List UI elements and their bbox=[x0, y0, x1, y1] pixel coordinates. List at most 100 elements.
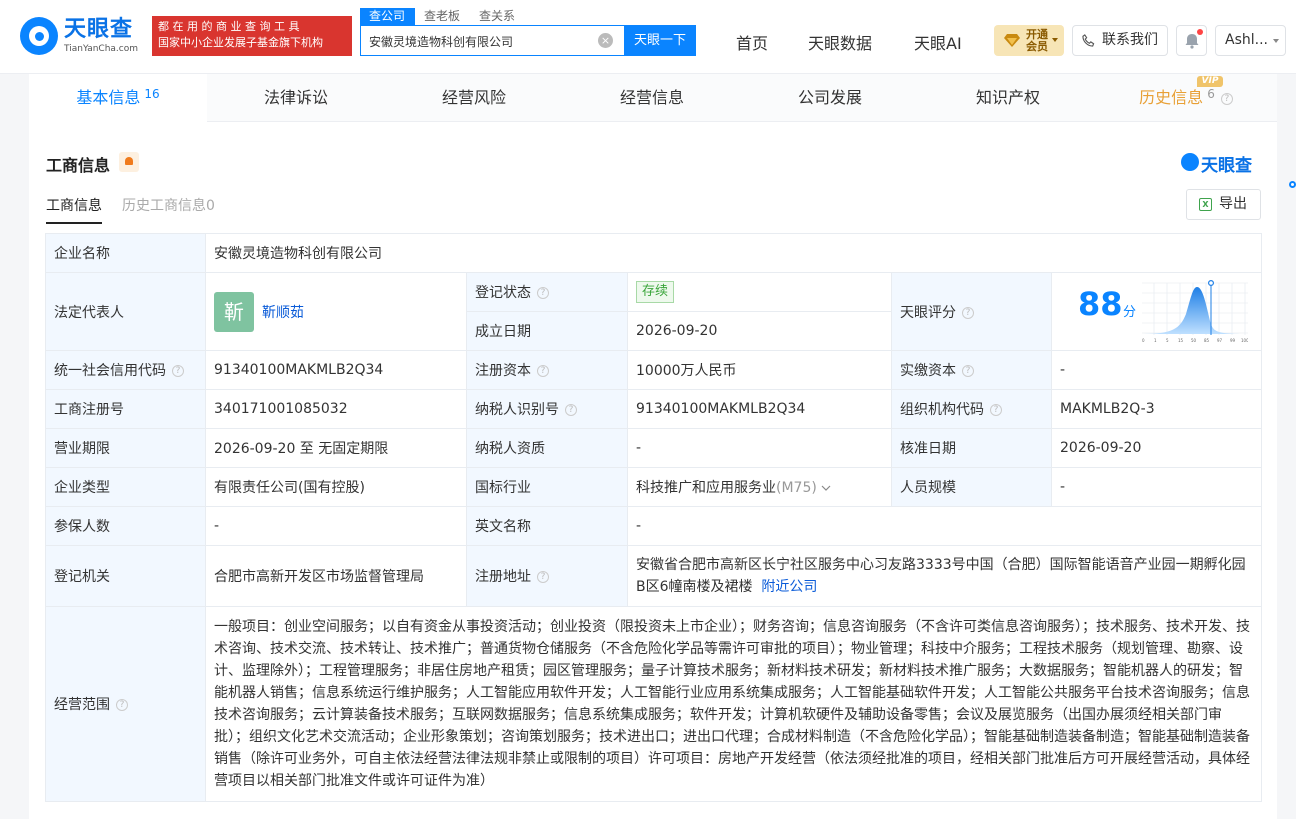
org-code: MAKMLB2Q-3 bbox=[1051, 389, 1262, 429]
subtab-biz-info[interactable]: 工商信息 bbox=[46, 195, 102, 224]
main-panel: 基本信息 16 法律诉讼 经营风险 经营信息 公司发展 知识产权 历史信息 6? V… bbox=[29, 74, 1277, 819]
subtab-biz-history[interactable]: 历史工商信息0 bbox=[122, 195, 215, 215]
field-label: 核准日期 bbox=[891, 428, 1052, 468]
tab-development[interactable]: 公司发展 bbox=[741, 74, 919, 122]
label-text: 实缴资本 bbox=[900, 363, 956, 379]
contact-button[interactable]: 联系我们 bbox=[1072, 25, 1168, 56]
tab-label: 经营风险 bbox=[441, 88, 506, 107]
monitor-bell-icon[interactable] bbox=[119, 152, 139, 172]
score-unit: 分 bbox=[1123, 305, 1137, 320]
label-text: 纳税人识别号 bbox=[475, 402, 559, 418]
field-label: 企业类型 bbox=[45, 467, 206, 507]
table-row: 工商注册号 340171001085032 纳税人识别号? 91340100MA… bbox=[45, 389, 1262, 429]
nav-ai[interactable]: 天眼AI bbox=[914, 30, 962, 54]
axis-tick: 50 bbox=[1191, 338, 1197, 343]
credit-code: 91340100MAKMLB2Q34 bbox=[205, 350, 467, 390]
help-icon[interactable]: ? bbox=[990, 404, 1002, 416]
help-icon[interactable]: ? bbox=[962, 306, 974, 319]
vip-label-2: 会员 bbox=[1026, 40, 1048, 53]
logo-eye-icon bbox=[20, 17, 58, 55]
help-icon[interactable]: ? bbox=[537, 287, 549, 299]
field-label: 经营范围? bbox=[45, 606, 206, 802]
notification-button[interactable] bbox=[1176, 25, 1207, 56]
search-tab-company[interactable]: 查公司 bbox=[360, 8, 415, 25]
export-label: 导出 bbox=[1219, 196, 1247, 212]
vip-badge: VIP bbox=[1197, 76, 1223, 87]
tab-history[interactable]: 历史信息 6? bbox=[1097, 74, 1275, 122]
axis-tick: 85 bbox=[1204, 338, 1210, 343]
search-tab-boss[interactable]: 查老板 bbox=[415, 8, 469, 25]
biz-term: 2026-09-20 至 无固定期限 bbox=[205, 428, 467, 468]
search-input[interactable]: 安徽灵境造物科创有限公司 bbox=[369, 33, 513, 50]
help-icon[interactable]: ? bbox=[172, 365, 184, 377]
clear-icon[interactable]: × bbox=[598, 33, 613, 48]
excel-icon: X bbox=[1199, 198, 1212, 211]
nav-data[interactable]: 天眼数据 bbox=[808, 30, 872, 54]
field-label: 组织机构代码? bbox=[891, 389, 1052, 429]
help-icon[interactable]: ? bbox=[537, 365, 549, 377]
field-label: 实缴资本? bbox=[891, 350, 1052, 390]
field-label: 英文名称 bbox=[466, 506, 628, 546]
export-button[interactable]: X 导出 bbox=[1186, 189, 1261, 220]
field-label: 天眼评分? bbox=[891, 272, 1052, 351]
field-label: 注册资本? bbox=[466, 350, 628, 390]
nav-home[interactable]: 首页 bbox=[736, 30, 768, 54]
logo-domain: TianYanCha.com bbox=[64, 44, 139, 54]
tab-operation[interactable]: 经营信息 bbox=[563, 74, 741, 122]
contact-label: 联系我们 bbox=[1102, 32, 1158, 48]
tab-label: 知识产权 bbox=[975, 88, 1040, 107]
field-label: 参保人数 bbox=[45, 506, 206, 546]
search-tab-relation[interactable]: 查关系 bbox=[470, 8, 524, 25]
search-button[interactable]: 天眼一下 bbox=[624, 25, 696, 56]
label-text: 注册资本 bbox=[475, 363, 531, 379]
nearby-companies-link[interactable]: 附近公司 bbox=[761, 579, 817, 595]
field-label: 营业期限 bbox=[45, 428, 206, 468]
help-icon[interactable]: ? bbox=[565, 404, 577, 416]
axis-tick: 5 bbox=[1166, 338, 1169, 343]
tab-label: 经营信息 bbox=[619, 88, 684, 107]
main-tabs: 基本信息 16 法律诉讼 经营风险 经营信息 公司发展 知识产权 历史信息 6? V… bbox=[29, 74, 1277, 122]
score-distribution-chart: 0 1 5 15 50 85 97 99 100 bbox=[1142, 279, 1248, 343]
industry-cell[interactable]: 科技推广和应用服务业(M75) bbox=[627, 467, 892, 507]
avatar[interactable]: 靳 bbox=[214, 291, 254, 332]
tab-count: 6 bbox=[1207, 87, 1215, 101]
reg-status-cell: 存续 bbox=[627, 272, 892, 312]
label-text: 统一社会信用代码 bbox=[54, 363, 166, 379]
logo-text: 天眼查 bbox=[64, 17, 134, 42]
table-row: 经营范围? 一般项目：创业空间服务；以自有资金从事投资活动；创业投资（限投资未上… bbox=[45, 606, 1262, 802]
table-row: 统一社会信用代码? 91340100MAKMLB2Q34 注册资本? 10000… bbox=[45, 350, 1262, 390]
table-row: 企业名称 安徽灵境造物科创有限公司 bbox=[45, 233, 1262, 273]
legal-rep-link[interactable]: 靳顺茹 bbox=[262, 305, 304, 321]
tab-ip[interactable]: 知识产权 bbox=[919, 74, 1097, 122]
table-row: 营业期限 2026-09-20 至 无固定期限 纳税人资质 - 核准日期 202… bbox=[45, 428, 1262, 468]
user-menu[interactable]: Ashl... bbox=[1215, 25, 1286, 56]
help-icon[interactable]: ? bbox=[962, 365, 974, 377]
help-icon[interactable]: ? bbox=[116, 699, 128, 711]
reg-capital: 10000万人民币 bbox=[627, 350, 892, 390]
axis-tick: 1 bbox=[1154, 338, 1157, 343]
vip-button[interactable]: 开通 会员 bbox=[994, 25, 1064, 56]
tianyancha-logo[interactable]: 天眼查 TianYanCha.com bbox=[20, 17, 146, 57]
est-date: 2026-09-20 bbox=[627, 311, 892, 351]
legal-rep-cell: 靳靳顺茹 bbox=[205, 272, 467, 351]
tab-risk[interactable]: 经营风险 bbox=[385, 74, 563, 122]
scroll-indicator[interactable] bbox=[1289, 181, 1296, 188]
field-label: 注册地址? bbox=[466, 545, 628, 607]
field-label: 纳税人资质 bbox=[466, 428, 628, 468]
industry-code: (M75) bbox=[776, 480, 817, 496]
section-title: 工商信息 bbox=[46, 156, 111, 175]
biz-reg-no: 340171001085032 bbox=[205, 389, 467, 429]
tab-basic-info[interactable]: 基本信息 16 bbox=[29, 74, 207, 122]
help-icon[interactable]: ? bbox=[537, 571, 549, 583]
chevron-down-icon bbox=[1052, 38, 1058, 42]
chevron-down-icon bbox=[821, 485, 831, 491]
tab-label: 法律诉讼 bbox=[263, 88, 328, 107]
score-cell[interactable]: 88 分 0 1 5 15 50 85 97 99 100 bbox=[1051, 272, 1262, 351]
field-label: 人员规模 bbox=[891, 467, 1052, 507]
label-text: 经营范围 bbox=[54, 697, 110, 713]
taxpayer-qual: - bbox=[627, 428, 892, 468]
tab-legal[interactable]: 法律诉讼 bbox=[207, 74, 385, 122]
label-text: 注册地址 bbox=[475, 569, 531, 585]
table-row: 登记机关 合肥市高新开发区市场监督管理局 注册地址? 安徽省合肥市高新区长宁社区… bbox=[45, 545, 1262, 607]
english-name: - bbox=[627, 506, 1262, 546]
